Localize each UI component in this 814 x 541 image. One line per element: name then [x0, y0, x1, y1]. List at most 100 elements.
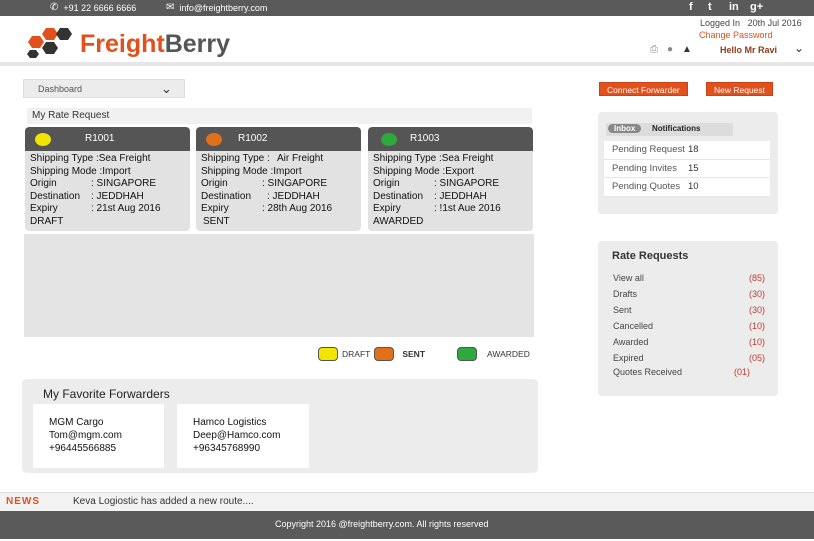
inbox-row-pending-invites[interactable]: Pending Invites 15 — [604, 160, 770, 178]
dashboard-select-value: Dashboard — [38, 84, 83, 94]
rr-count: (10) — [748, 337, 765, 347]
inbox-row-label: Pending Request — [612, 144, 685, 156]
connect-forwarder-button[interactable]: Connect Forwarder — [599, 82, 688, 96]
destination-value: : JEDDHAH — [434, 190, 487, 202]
request-card-body: Shipping Type : Air Freight Shipping Mode… — [196, 151, 361, 231]
expiry-label: Expiry — [201, 203, 229, 215]
bell-icon[interactable]: ▲ — [682, 44, 692, 55]
expiry-value: : !1st Aue 2016 — [434, 203, 501, 215]
request-card[interactable]: R1002 Shipping Type : Air Freight Shippin… — [196, 127, 361, 231]
linkedin-icon[interactable]: in — [729, 1, 739, 13]
change-password-link[interactable]: Change Password — [699, 30, 773, 40]
request-card-header: R1003 — [368, 127, 533, 151]
news-text[interactable]: Keva Logiostic has added a new route.... — [73, 496, 254, 507]
shipping-mode-value: Import — [102, 165, 131, 177]
rate-request-title: My Rate Request — [32, 110, 110, 121]
origin-value: : SINGAPORE — [434, 178, 500, 190]
request-id: R1003 — [410, 133, 440, 144]
email-address: info@freightberry.com — [179, 2, 268, 13]
shipping-mode-label: Shipping Mode : — [30, 165, 103, 177]
new-request-button[interactable]: New Request — [706, 82, 774, 96]
header-icons: ⎙ ● ▲ — [650, 44, 692, 55]
request-id: R1001 — [85, 133, 115, 144]
destination-value: : JEDDHAH — [91, 190, 144, 202]
twitter-icon[interactable]: t — [708, 1, 712, 13]
forwarder-card[interactable]: Hamco Logistics Deep@Hamco.com +96345768… — [177, 404, 309, 468]
shipping-type-value: Air Freight — [277, 153, 324, 164]
expiry-value: : 21st Aug 2016 — [91, 203, 161, 215]
legend-sent-swatch — [374, 347, 395, 361]
favorite-forwarders-panel: My Favorite Forwarders MGM Cargo Tom@mgm… — [22, 379, 538, 473]
forwarder-card[interactable]: MGM Cargo Tom@mgm.com +96445566885 — [33, 404, 164, 468]
forwarder-email: Deep@Hamco.com — [193, 430, 281, 441]
tab-notifications[interactable]: Notifications — [652, 124, 700, 133]
user-icon[interactable]: ● — [667, 44, 673, 55]
inbox-tabs: Inbox Notifications — [606, 123, 733, 136]
inbox-list: Pending Request 18 Pending Invites 15 Pe… — [604, 141, 770, 197]
request-card[interactable]: R1001 Shipping Type : Sea Freight Shippi… — [25, 127, 190, 231]
rr-count: (05) — [748, 353, 765, 363]
mail-icon: ✉ — [166, 2, 175, 13]
shipping-type-label: Shipping Type : — [30, 153, 99, 164]
request-card-body: Shipping Type : Sea Freight Shipping Mod… — [25, 151, 190, 231]
status-dot — [206, 133, 222, 146]
rate-requests-view-all[interactable]: View all (85) — [613, 273, 765, 283]
printer-icon[interactable]: ⎙ — [650, 44, 658, 55]
brand-name[interactable]: FreightBerry — [80, 30, 230, 59]
logged-in-label: Logged In — [700, 18, 741, 28]
origin-value: : SINGAPORE — [91, 178, 157, 190]
status-text: SENT — [203, 215, 230, 227]
request-card-header: R1001 — [25, 127, 190, 151]
rr-count: (01) — [733, 367, 750, 377]
news-label: NEWS — [6, 496, 40, 507]
rate-requests-drafts[interactable]: Drafts (30) — [613, 289, 765, 299]
logo-icon — [27, 28, 72, 58]
shipping-type-value: Sea Freight — [441, 153, 494, 164]
rr-count: (10) — [748, 321, 765, 331]
origin-value: : SINGAPORE — [262, 178, 328, 190]
legend-awarded-label: AWARDED — [487, 349, 530, 359]
legend-awarded-swatch — [457, 347, 478, 361]
top-contact-bar: ✆ +91 22 6666 6666 ✉ info@freightberry.c… — [0, 0, 814, 16]
brand-part-freight: Freight — [80, 30, 165, 58]
request-card-body: Shipping Type : Sea Freight Shipping Mod… — [368, 151, 533, 231]
request-card[interactable]: R1003 Shipping Type : Sea Freight Shippi… — [368, 127, 533, 231]
inbox-panel: Inbox Notifications Pending Request 18 P… — [598, 112, 778, 214]
favorites-title: My Favorite Forwarders — [43, 387, 170, 401]
phone-contact[interactable]: ✆ +91 22 6666 6666 — [50, 2, 136, 13]
rate-requests-expired[interactable]: Expired (05) — [613, 353, 765, 363]
inbox-row-value: 15 — [688, 162, 699, 174]
facebook-icon[interactable]: f — [689, 1, 693, 13]
google-plus-icon[interactable]: g+ — [750, 1, 763, 13]
rate-requests-sent[interactable]: Sent (30) — [613, 305, 765, 315]
origin-label: Origin — [30, 178, 57, 190]
forwarder-name: MGM Cargo — [49, 417, 104, 428]
destination-label: Destination — [201, 190, 252, 202]
email-contact[interactable]: ✉ info@freightberry.com — [166, 2, 267, 13]
chevron-down-icon[interactable]: ⌄ — [789, 41, 809, 55]
header-divider — [0, 62, 814, 66]
logged-in-date: 20th Jul 2016 — [747, 18, 802, 28]
inbox-row-pending-request[interactable]: Pending Request 18 — [604, 141, 770, 160]
origin-label: Origin — [201, 178, 228, 190]
tab-inbox[interactable]: Inbox — [608, 124, 642, 133]
rate-requests-cancelled[interactable]: Cancelled (10) — [613, 321, 765, 331]
rr-count: (85) — [748, 273, 765, 283]
dashboard-select[interactable]: Dashboard ⌄ — [23, 79, 185, 98]
legend-draft-label: DRAFT — [342, 349, 371, 359]
rate-requests-quotes-received[interactable]: Quotes Received (01) — [613, 367, 765, 377]
inbox-row-pending-quotes[interactable]: Pending Quotes 10 — [604, 178, 770, 197]
chevron-down-icon: ⌄ — [161, 81, 172, 96]
shipping-mode-value: Import — [273, 165, 302, 177]
copyright-text: Copyright 2016 @freightberry.com. All ri… — [275, 519, 489, 529]
status-legend: DRAFT SENT AWARDED — [318, 346, 534, 362]
rate-requests-awarded[interactable]: Awarded (10) — [613, 337, 765, 347]
status-dot — [35, 133, 51, 146]
forwarder-name: Hamco Logistics — [193, 417, 267, 428]
forwarder-phone: +96445566885 — [49, 443, 117, 454]
rr-count: (30) — [748, 305, 765, 315]
phone-number: +91 22 6666 6666 — [63, 2, 137, 13]
user-greeting[interactable]: Hello Mr Ravi — [720, 45, 777, 55]
inbox-row-value: 10 — [688, 181, 699, 193]
rate-request-header: My Rate Request — [27, 108, 532, 124]
